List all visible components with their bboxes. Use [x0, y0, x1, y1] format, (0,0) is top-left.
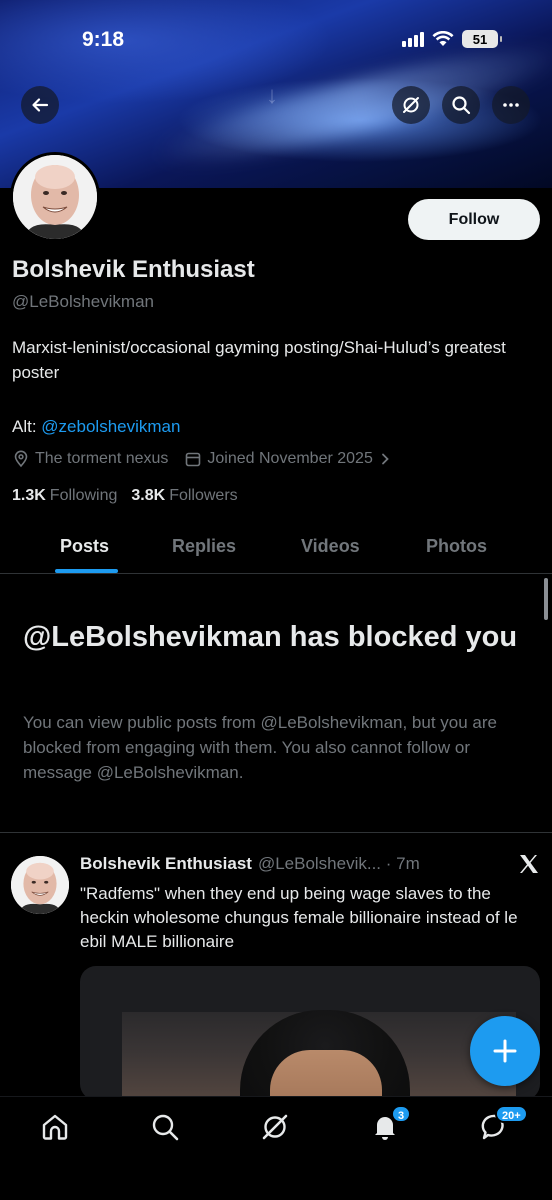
- photo-subject-face: [270, 1050, 382, 1100]
- nav-search[interactable]: [149, 1111, 181, 1143]
- profile-avatar[interactable]: [10, 152, 100, 242]
- blocked-description: You can view public posts from @LeBolshe…: [23, 713, 497, 782]
- profile-tabs: Posts Replies Videos Photos: [0, 520, 552, 574]
- tab-replies[interactable]: Replies: [172, 536, 236, 557]
- search-button[interactable]: [442, 86, 480, 124]
- followers-label: Followers: [169, 487, 238, 504]
- following-label: Following: [49, 487, 118, 504]
- post-text: "Radfems" when they end up being wage sl…: [80, 884, 518, 951]
- grok-icon: [403, 97, 419, 113]
- plus-icon: [493, 1039, 517, 1063]
- post-handle-time: @LeBolshevik... · 7m: [257, 854, 420, 873]
- arrow-left-icon: [32, 98, 49, 112]
- messages-badge: 20+: [495, 1105, 528, 1123]
- back-button[interactable]: [21, 86, 59, 124]
- tab-posts[interactable]: Posts: [60, 536, 109, 557]
- post-header: Bolshevik Enthusiast @LeBolshevik... · 7…: [80, 854, 420, 874]
- signal-icon: [402, 31, 424, 47]
- x-logo-icon: [520, 855, 538, 873]
- nav-grok[interactable]: [259, 1111, 291, 1143]
- status-time: 9:18: [82, 28, 125, 51]
- chevron-right-icon: [381, 453, 389, 465]
- followers-count: 3.8K: [131, 487, 166, 504]
- grok-button[interactable]: [392, 86, 430, 124]
- alt-label: Alt:: [12, 417, 37, 436]
- avatar-portrait: [13, 155, 97, 239]
- nav-home[interactable]: [39, 1111, 71, 1143]
- tab-photos[interactable]: Photos: [426, 536, 487, 557]
- follow-button[interactable]: Follow: [408, 199, 540, 240]
- calendar-icon: [186, 452, 201, 467]
- home-icon: [42, 1114, 68, 1140]
- following-stat[interactable]: 1.3K Following: [12, 487, 117, 505]
- grok-icon: [262, 1114, 288, 1140]
- profile-handle: @LeBolshevikman: [12, 292, 154, 311]
- following-count: 1.3K: [12, 487, 46, 504]
- bottom-nav: 3 20+: [0, 1096, 552, 1200]
- divider: [0, 832, 552, 833]
- joined-item[interactable]: Joined November 2025: [184, 450, 391, 468]
- notifications-badge: 3: [391, 1105, 412, 1123]
- scrollbar[interactable]: [544, 578, 548, 620]
- battery-icon: 51: [462, 30, 502, 48]
- post-author-name[interactable]: Bolshevik Enthusiast: [80, 854, 252, 874]
- nav-notifications[interactable]: 3: [369, 1105, 412, 1143]
- blocked-title: @LeBolshevikman has blocked you: [23, 621, 518, 653]
- location-text: The torment nexus: [35, 450, 169, 467]
- tab-videos[interactable]: Videos: [301, 536, 360, 557]
- post-author-avatar[interactable]: [11, 856, 69, 914]
- profile-alt-line: Alt: @zebolshevikman: [12, 417, 180, 437]
- followers-stat[interactable]: 3.8K Followers: [131, 487, 237, 505]
- avatar-portrait: [11, 856, 69, 914]
- post-media[interactable]: [80, 966, 540, 1100]
- arrow-down-icon: ↓: [266, 82, 278, 109]
- status-icons: 51: [402, 30, 502, 48]
- follow-counts: 1.3K Following 3.8K Followers: [12, 487, 238, 505]
- profile-meta: The torment nexus Joined November 2025: [12, 450, 392, 468]
- joined-text: Joined November 2025: [207, 450, 373, 467]
- nav-messages[interactable]: 20+: [479, 1105, 528, 1143]
- location-pin-icon: [14, 450, 28, 468]
- location-item: The torment nexus: [12, 450, 168, 468]
- active-tab-indicator: [55, 569, 118, 573]
- profile-bio: Marxist-leninist/occasional gayming post…: [12, 338, 506, 382]
- wifi-icon: [432, 31, 454, 46]
- more-horizontal-icon: [503, 103, 519, 107]
- alt-handle-link[interactable]: @zebolshevikman: [41, 417, 180, 436]
- profile-name: Bolshevik Enthusiast: [12, 256, 255, 283]
- more-button[interactable]: [492, 86, 530, 124]
- search-icon: [452, 96, 471, 115]
- compose-button[interactable]: [470, 1016, 540, 1086]
- search-icon: [152, 1114, 179, 1141]
